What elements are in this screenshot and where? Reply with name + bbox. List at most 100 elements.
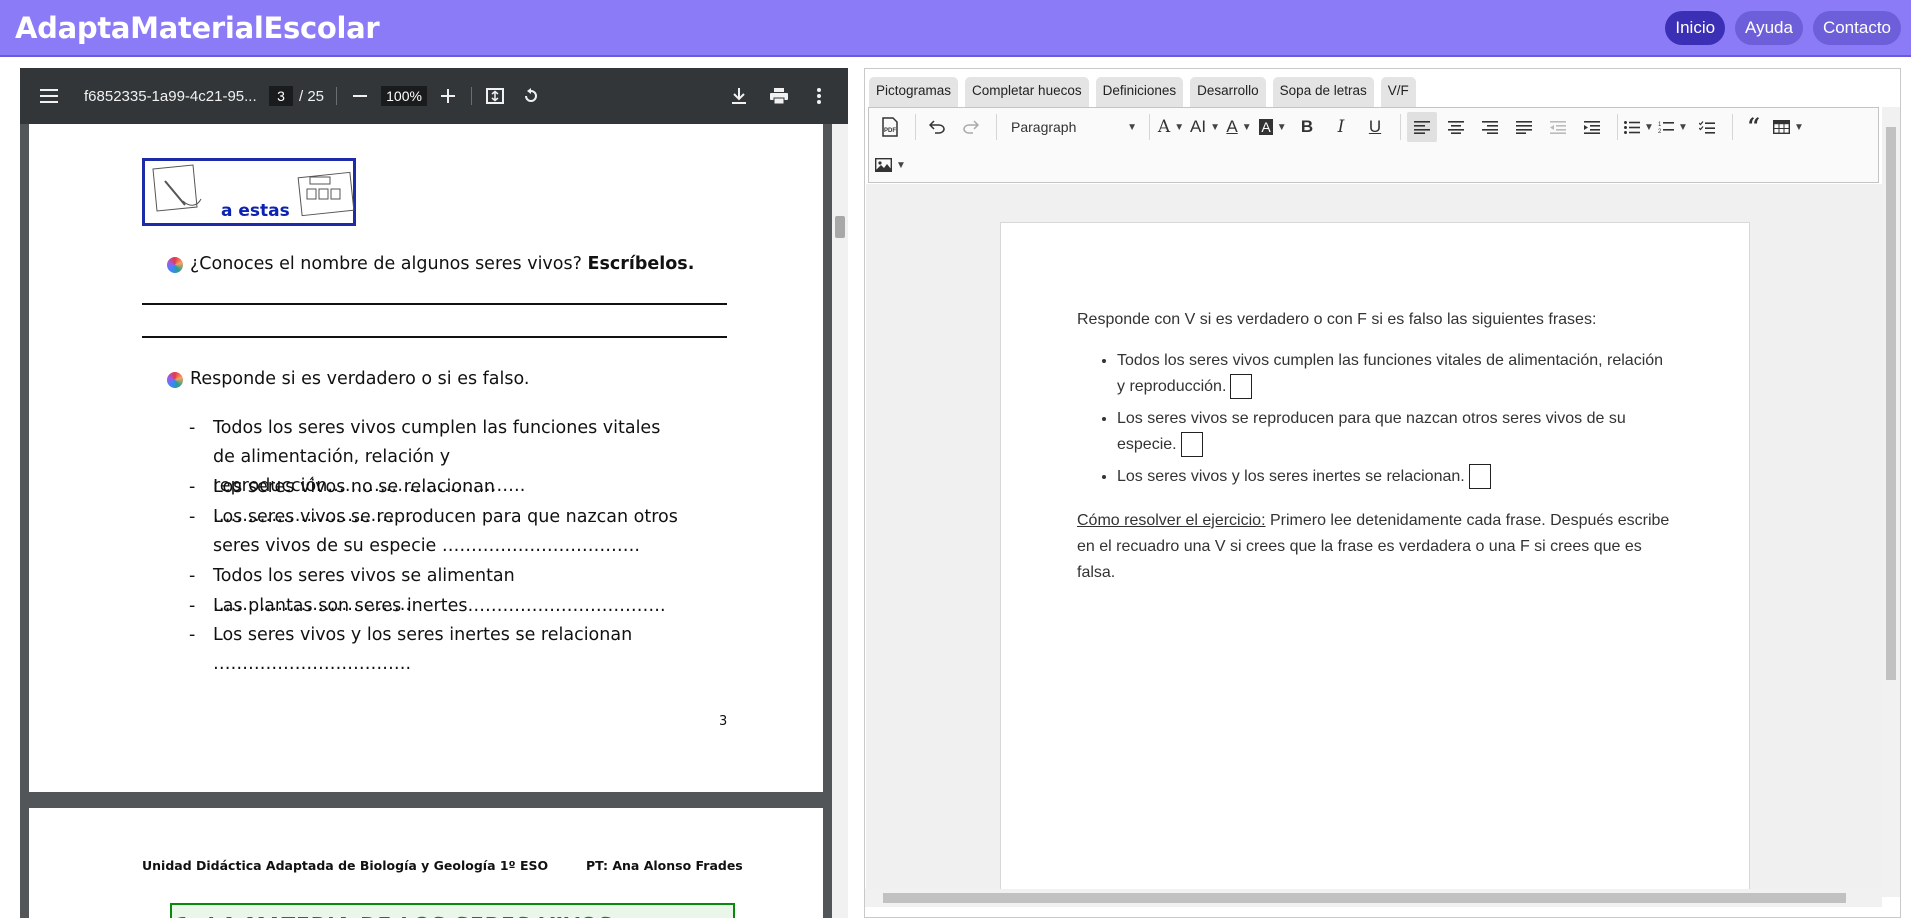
answer-box[interactable]	[1230, 374, 1253, 400]
nav-ayuda[interactable]: Ayuda	[1735, 10, 1803, 45]
paragraph-style-value: Paragraph	[1011, 119, 1077, 135]
pdf-filename: f6852335-1a99-4c21-95...	[84, 87, 257, 105]
answer-box[interactable]	[1180, 432, 1203, 458]
toolbar-separator	[1732, 114, 1733, 140]
howto-paragraph: Cómo resolver el ejercicio: Primero lee …	[1077, 508, 1673, 586]
indent-icon[interactable]	[1577, 112, 1607, 142]
pdf-pages[interactable]: a estas ¿Conoces el nombre de algunos se…	[20, 124, 848, 918]
zoom-in-icon[interactable]	[437, 85, 459, 107]
pdf-page-3: a estas ¿Conoces el nombre de algunos se…	[29, 124, 823, 792]
font-family-icon[interactable]: AI ▼	[1190, 112, 1220, 142]
menu-icon[interactable]	[38, 85, 60, 107]
list-item: Los seres vivos y los seres inertes se r…	[1117, 464, 1673, 490]
list-item: Los seres vivos se reproducen para que n…	[1117, 406, 1673, 458]
page-navigator: / 25	[269, 86, 324, 106]
question-1: ¿Conoces el nombre de algunos seres vivo…	[190, 254, 694, 274]
chevron-down-icon: ▼	[1127, 121, 1137, 133]
editor-scrollbar-vertical[interactable]	[1882, 107, 1900, 897]
answer-line	[142, 303, 727, 305]
pdf-page-4: Unidad Didáctica Adaptada de Biología y …	[29, 808, 823, 918]
editor-toolbar: PDF Paragraph ▼ A ▼ AI ▼ A ▼ A ▼ B I U ▼…	[868, 107, 1879, 183]
logo-caption: a estas	[221, 201, 290, 221]
toolbar-separator	[996, 114, 997, 140]
more-options-icon[interactable]	[808, 85, 830, 107]
align-right-icon[interactable]	[1475, 112, 1505, 142]
question-1-text: ¿Conoces el nombre de algunos seres vivo…	[190, 254, 582, 274]
page-total: / 25	[299, 87, 325, 105]
tab-definiciones[interactable]: Definiciones	[1095, 77, 1184, 107]
highlight-icon[interactable]: A ▼	[1258, 112, 1288, 142]
answer-box[interactable]	[1468, 464, 1491, 490]
editor-panel: Pictogramas Completar huecos Definicione…	[864, 68, 1901, 918]
paragraph-style-select[interactable]: Paragraph ▼	[1003, 112, 1143, 142]
nav-contacto[interactable]: Contacto	[1812, 10, 1901, 45]
nav-links: Inicio Ayuda Contacto	[1665, 10, 1901, 45]
tab-sopa-de-letras[interactable]: Sopa de letras	[1272, 77, 1374, 107]
tab-pictogramas[interactable]: Pictogramas	[869, 77, 959, 107]
section-title: 1. LA MATERIA DE LOS SERES VIVOS	[172, 905, 733, 918]
toolbar-row-1: PDF Paragraph ▼ A ▼ AI ▼ A ▼ A ▼ B I U ▼…	[869, 108, 1878, 146]
export-pdf-icon[interactable]: PDF	[875, 112, 905, 142]
pdf-scrollbar[interactable]	[832, 124, 848, 918]
tab-vf[interactable]: V/F	[1380, 77, 1416, 107]
todo-list-icon[interactable]	[1692, 112, 1722, 142]
undo-icon[interactable]	[922, 112, 952, 142]
table-icon[interactable]: ▼	[1773, 112, 1804, 142]
page-number: 3	[719, 714, 728, 729]
svg-text:1: 1	[1658, 122, 1662, 128]
toolbar-row-2: ▼	[869, 146, 1878, 184]
worksheet-logo: a estas	[142, 158, 356, 226]
tab-completar-huecos[interactable]: Completar huecos	[965, 77, 1089, 107]
blockquote-icon[interactable]: “	[1739, 112, 1769, 142]
editor-document-area: Responde con V si es verdadero o con F s…	[866, 184, 1882, 894]
svg-text:2: 2	[1658, 129, 1662, 134]
toolbar-separator	[915, 114, 916, 140]
download-icon[interactable]	[728, 85, 750, 107]
brand-title[interactable]: AdaptaMaterialEscolar	[15, 11, 380, 45]
nav-inicio[interactable]: Inicio	[1665, 10, 1726, 45]
section-title-box: 1. LA MATERIA DE LOS SERES VIVOS	[170, 903, 735, 918]
print-icon[interactable]	[768, 85, 790, 107]
insert-image-icon[interactable]: ▼	[875, 150, 906, 180]
page-header-left: Unidad Didáctica Adaptada de Biología y …	[142, 858, 549, 873]
align-justify-icon[interactable]	[1509, 112, 1539, 142]
toolbar-divider	[336, 87, 338, 105]
rotate-icon[interactable]	[520, 85, 542, 107]
bold-icon[interactable]: B	[1292, 112, 1322, 142]
numbered-list-icon[interactable]: 12 ▼	[1658, 112, 1688, 142]
exercise-list: Todos los seres vivos cumplen las funcio…	[1117, 348, 1673, 490]
pdf-toolbar: f6852335-1a99-4c21-95... / 25	[20, 68, 848, 124]
align-center-icon[interactable]	[1441, 112, 1471, 142]
list-item: Todos los seres vivos cumplen las funcio…	[1117, 348, 1673, 400]
editor-scrollbar-horizontal[interactable]	[865, 889, 1882, 907]
bulleted-list-icon[interactable]: ▼	[1624, 112, 1654, 142]
toolbar-separator	[1400, 114, 1401, 140]
italic-icon[interactable]: I	[1326, 112, 1356, 142]
page-number-input[interactable]	[269, 86, 293, 106]
zoom-input[interactable]	[381, 86, 428, 106]
page-header-right: PT: Ana Alonso Frades	[586, 858, 743, 873]
toolbar-separator	[1617, 114, 1618, 140]
editor-hscroll-thumb[interactable]	[883, 893, 1846, 903]
top-navbar: AdaptaMaterialEscolar Inicio Ayuda Conta…	[0, 0, 1911, 57]
fit-page-icon[interactable]	[484, 85, 506, 107]
answer-line	[142, 336, 727, 338]
list-item: - Las plantas son seres inertes……………………………	[189, 596, 666, 616]
font-size-icon[interactable]: A ▼	[1156, 112, 1186, 142]
toolbar-divider	[471, 87, 473, 105]
howto-label: Cómo resolver el ejercicio:	[1077, 512, 1266, 529]
editor-content[interactable]: Responde con V si es verdadero o con F s…	[1000, 222, 1750, 894]
zoom-out-icon[interactable]	[349, 85, 371, 107]
toolbar-actions	[728, 85, 830, 107]
pdf-scrollbar-thumb[interactable]	[835, 216, 845, 238]
outdent-icon[interactable]	[1543, 112, 1573, 142]
exercise-instructions: Responde con V si es verdadero o con F s…	[1077, 311, 1597, 328]
editor-scrollbar-thumb[interactable]	[1886, 127, 1896, 680]
align-left-icon[interactable]	[1407, 112, 1437, 142]
underline-icon[interactable]: U	[1360, 112, 1390, 142]
font-color-icon[interactable]: A ▼	[1224, 112, 1254, 142]
exercise-tabs: Pictogramas Completar huecos Definicione…	[865, 69, 1900, 107]
tab-desarrollo[interactable]: Desarrollo	[1190, 77, 1266, 107]
list-item: - Los seres vivos se reproducen para que …	[189, 507, 678, 556]
redo-icon[interactable]	[956, 112, 986, 142]
